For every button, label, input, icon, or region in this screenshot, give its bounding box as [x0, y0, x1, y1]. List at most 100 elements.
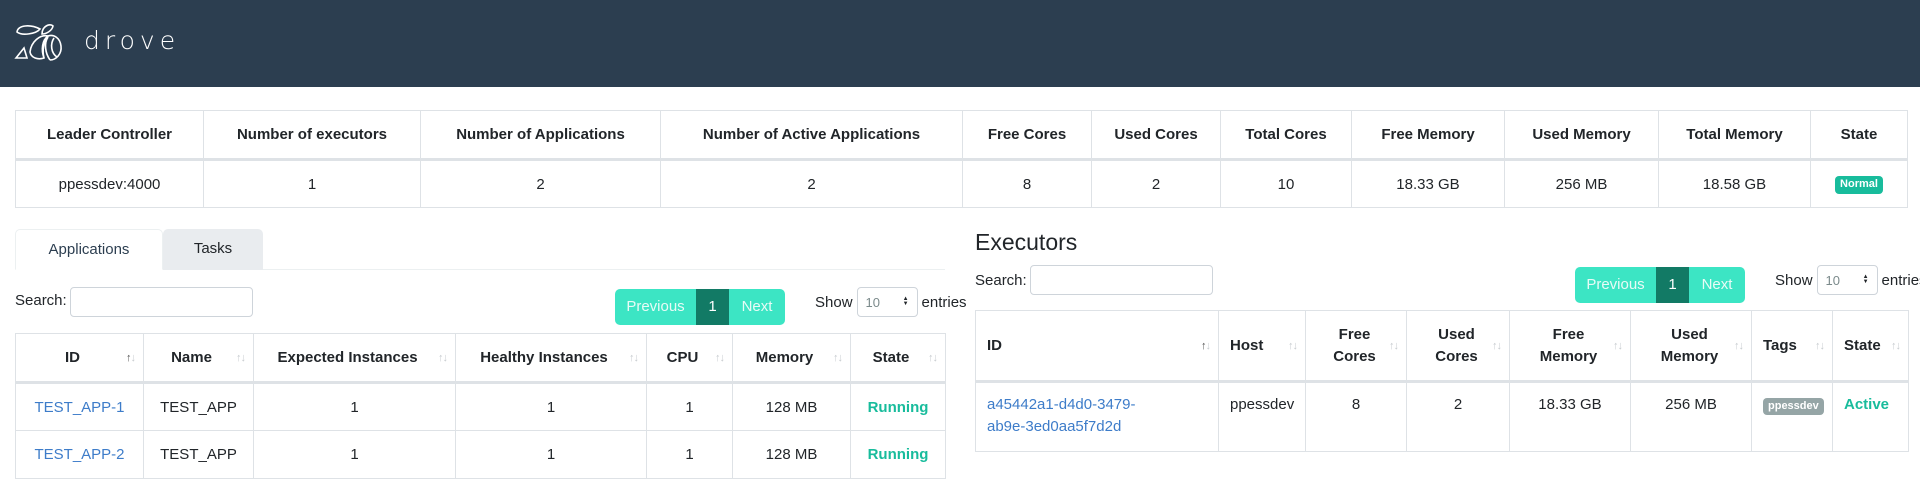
app-cpu: 1 — [646, 382, 733, 431]
entries-label: entries — [1881, 271, 1920, 289]
page-size-value: 10 — [1825, 272, 1840, 288]
col-used-memory: Used Memory — [1504, 110, 1659, 161]
brand-name[interactable]: drove — [84, 26, 180, 55]
executors-header-row: ID ↑↓ Host ↑↓ Free Cores ↑↓ Used Cores ↑↓ Free… — [975, 310, 1909, 383]
table-row: a45442a1-d4d0-3479- ab9e-3ed0aa5f7d2d ppe… — [975, 381, 1909, 452]
col-number-of-executors: Number of executors — [203, 110, 421, 161]
table-row: TEST_APP-2 TEST_APP 1 1 1 128 MB Running — [15, 430, 946, 479]
col-free-cores-label-1: Free — [1338, 325, 1371, 343]
sort-icon: ↑↓ — [1201, 339, 1211, 352]
sort-icon: ↑↓ — [629, 351, 639, 364]
col-used-cores: Used Cores — [1091, 110, 1221, 161]
app-id-cell: TEST_APP-1 — [15, 382, 144, 431]
tag-badge: ppessdev — [1763, 398, 1824, 416]
table-row: TEST_APP-1 TEST_APP 1 1 1 128 MB Running — [15, 382, 946, 431]
executors-previous-button[interactable]: Previous — [1575, 267, 1656, 303]
free-memory-value: 18.33 GB — [1351, 159, 1505, 208]
applications-count: 2 — [420, 159, 661, 208]
col-memory[interactable]: Memory ↑↓ — [732, 333, 851, 384]
executors-page-size-select[interactable]: 10 ▲ ▼ — [1816, 265, 1878, 295]
executor-free-cores: 8 — [1305, 381, 1407, 452]
executors-search-input[interactable] — [1030, 265, 1213, 295]
col-free-memory-label-2: Memory — [1539, 347, 1598, 365]
executor-id-cell: a45442a1-d4d0-3479- ab9e-3ed0aa5f7d2d — [975, 381, 1219, 452]
col-number-of-applications: Number of Applications — [420, 110, 661, 161]
col-tags[interactable]: Tags ↑↓ — [1751, 310, 1833, 383]
col-name-label: Name — [171, 349, 212, 366]
executors-pagination: Previous 1 Next — [1575, 267, 1745, 303]
applications-page-size-select[interactable]: 10 ▲ ▼ — [856, 287, 918, 317]
col-free-cores[interactable]: Free Cores ↑↓ — [1305, 310, 1407, 383]
used-memory-value: 256 MB — [1504, 159, 1659, 208]
app-name: TEST_APP — [143, 382, 254, 431]
applications-previous-button[interactable]: Previous — [615, 289, 696, 325]
applications-page-1-button[interactable]: 1 — [696, 289, 729, 325]
col-id[interactable]: ID ↑↓ — [15, 333, 144, 384]
sort-icon: ↑↓ — [1613, 339, 1623, 352]
executors-count: 1 — [203, 159, 421, 208]
applications-next-button[interactable]: Next — [729, 289, 785, 325]
col-tags-label: Tags — [1763, 336, 1797, 354]
app-state: Running — [850, 430, 946, 479]
col-id[interactable]: ID ↑↓ — [975, 310, 1219, 383]
sort-icon: ↑↓ — [1734, 339, 1744, 352]
executor-id-link[interactable]: a45442a1-d4d0-3479- ab9e-3ed0aa5f7d2d — [987, 396, 1135, 435]
col-state[interactable]: State ↑↓ — [1832, 310, 1909, 383]
page-size-value: 10 — [865, 294, 880, 310]
applications-header-row: ID ↑↓ Name ↑↓ Expected Instances ↑↓ Healthy… — [15, 333, 946, 384]
col-healthy-instances[interactable]: Healthy Instances ↑↓ — [455, 333, 647, 384]
col-state[interactable]: State ↑↓ — [850, 333, 946, 384]
app-expected-instances: 1 — [253, 430, 456, 479]
col-free-cores: Free Cores — [962, 110, 1092, 161]
select-arrows-icon: ▲ ▼ — [902, 296, 909, 307]
tab-applications[interactable]: Applications — [15, 229, 163, 270]
summary-header-row: Leader Controller Number of executors Nu… — [15, 110, 1908, 161]
sort-icon: ↑↓ — [1815, 339, 1825, 352]
sort-icon: ↑↓ — [715, 351, 725, 364]
top-navbar: drove — [0, 0, 1920, 87]
app-memory: 128 MB — [732, 382, 851, 431]
col-used-memory[interactable]: Used Memory ↑↓ — [1630, 310, 1752, 383]
executor-tags: ppessdev — [1751, 381, 1833, 452]
executors-next-button[interactable]: Next — [1689, 267, 1745, 303]
executor-free-memory: 18.33 GB — [1509, 381, 1631, 452]
sort-icon: ↑↓ — [928, 351, 938, 364]
app-id-cell: TEST_APP-2 — [15, 430, 144, 479]
active-applications-count: 2 — [660, 159, 963, 208]
app-id-link[interactable]: TEST_APP-2 — [34, 446, 124, 463]
sort-icon: ↑↓ — [1389, 339, 1399, 352]
app-cpu: 1 — [646, 430, 733, 479]
bee-logo-icon[interactable] — [14, 20, 74, 66]
col-name[interactable]: Name ↑↓ — [143, 333, 254, 384]
app-state: Running — [850, 382, 946, 431]
col-expected-instances[interactable]: Expected Instances ↑↓ — [253, 333, 456, 384]
tab-bar: Applications Tasks — [15, 229, 945, 270]
free-cores-value: 8 — [962, 159, 1092, 208]
state-cell: Normal — [1810, 159, 1908, 208]
leader-controller-value: ppessdev:4000 — [15, 159, 204, 208]
col-cpu[interactable]: CPU ↑↓ — [646, 333, 733, 384]
sort-icon: ↑↓ — [438, 351, 448, 364]
app-id-link[interactable]: TEST_APP-1 — [34, 399, 124, 416]
executors-page-1-button[interactable]: 1 — [1656, 267, 1689, 303]
col-id-label: ID — [987, 336, 1002, 354]
app-expected-instances: 1 — [253, 382, 456, 431]
executors-heading: Executors — [975, 229, 1078, 255]
applications-table: ID ↑↓ Name ↑↓ Expected Instances ↑↓ Healthy… — [15, 333, 946, 479]
app-healthy-instances: 1 — [455, 430, 647, 479]
tab-tasks[interactable]: Tasks — [163, 229, 263, 270]
app-memory: 128 MB — [732, 430, 851, 479]
cluster-state-badge: Normal — [1835, 176, 1883, 194]
sort-icon: ↑↓ — [236, 351, 246, 364]
applications-search-input[interactable] — [70, 287, 253, 317]
col-total-memory: Total Memory — [1658, 110, 1811, 161]
col-state-label: State — [1844, 336, 1881, 354]
col-free-memory-label-1: Free — [1552, 325, 1585, 343]
col-host[interactable]: Host ↑↓ — [1218, 310, 1306, 383]
col-free-memory[interactable]: Free Memory ↑↓ — [1509, 310, 1631, 383]
executor-used-cores: 2 — [1406, 381, 1510, 452]
executor-state: Active — [1832, 381, 1909, 452]
sort-icon: ↑↓ — [126, 351, 136, 364]
col-used-cores[interactable]: Used Cores ↑↓ — [1406, 310, 1510, 383]
sort-icon: ↑↓ — [1492, 339, 1502, 352]
